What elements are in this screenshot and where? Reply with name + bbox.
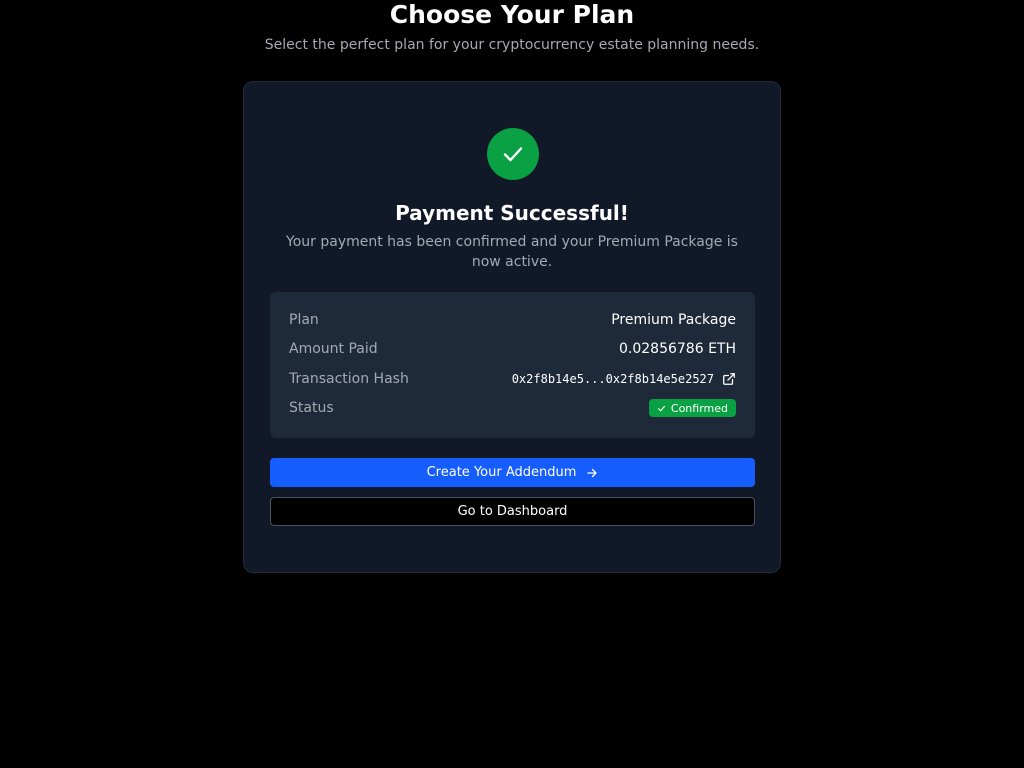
go-to-dashboard-label: Go to Dashboard (457, 504, 568, 519)
check-icon (503, 147, 523, 162)
view-transaction-link[interactable] (722, 372, 736, 386)
plan-value: Premium Package (611, 312, 736, 328)
success-badge (487, 128, 539, 180)
plan-label: Plan (289, 312, 319, 328)
arrow-right-icon (587, 468, 598, 477)
page: Choose Your Plan Select the perfect plan… (0, 0, 1024, 768)
hash-wrap: 0x2f8b14e5...0x2f8b14e5e2527 (512, 372, 736, 386)
create-addendum-button[interactable]: Create Your Addendum (270, 458, 755, 487)
payment-success-card: Payment Successful! Your payment has bee… (243, 81, 781, 573)
page-title: Choose Your Plan (389, 0, 635, 29)
detail-row-hash: Transaction Hash 0x2f8b14e5...0x2f8b14e5… (289, 368, 736, 390)
amount-value: 0.02856786 ETH (619, 341, 736, 357)
success-message: Your payment has been confirmed and your… (286, 234, 738, 270)
detail-row-amount: Amount Paid 0.02856786 ETH (289, 338, 736, 360)
go-to-dashboard-button[interactable]: Go to Dashboard (270, 497, 755, 526)
detail-row-plan: Plan Premium Package (289, 309, 736, 331)
detail-row-status: Status Confirmed (289, 397, 736, 419)
external-link-icon[interactable] (722, 372, 736, 386)
check-icon (657, 405, 665, 411)
create-addendum-label: Create Your Addendum (426, 465, 577, 480)
page-subtitle: Select the perfect plan for your cryptoc… (264, 37, 760, 53)
status-text: Confirmed (670, 401, 728, 415)
amount-label: Amount Paid (289, 341, 378, 357)
success-title: Payment Successful! (395, 201, 629, 225)
payment-details-panel: Plan Premium Package Amount Paid 0.02856… (270, 292, 755, 438)
status-label: Status (289, 400, 334, 416)
transaction-hash[interactable]: 0x2f8b14e5...0x2f8b14e5e2527 (512, 372, 714, 386)
status-badge: Confirmed (648, 399, 736, 417)
hash-label: Transaction Hash (289, 371, 409, 387)
